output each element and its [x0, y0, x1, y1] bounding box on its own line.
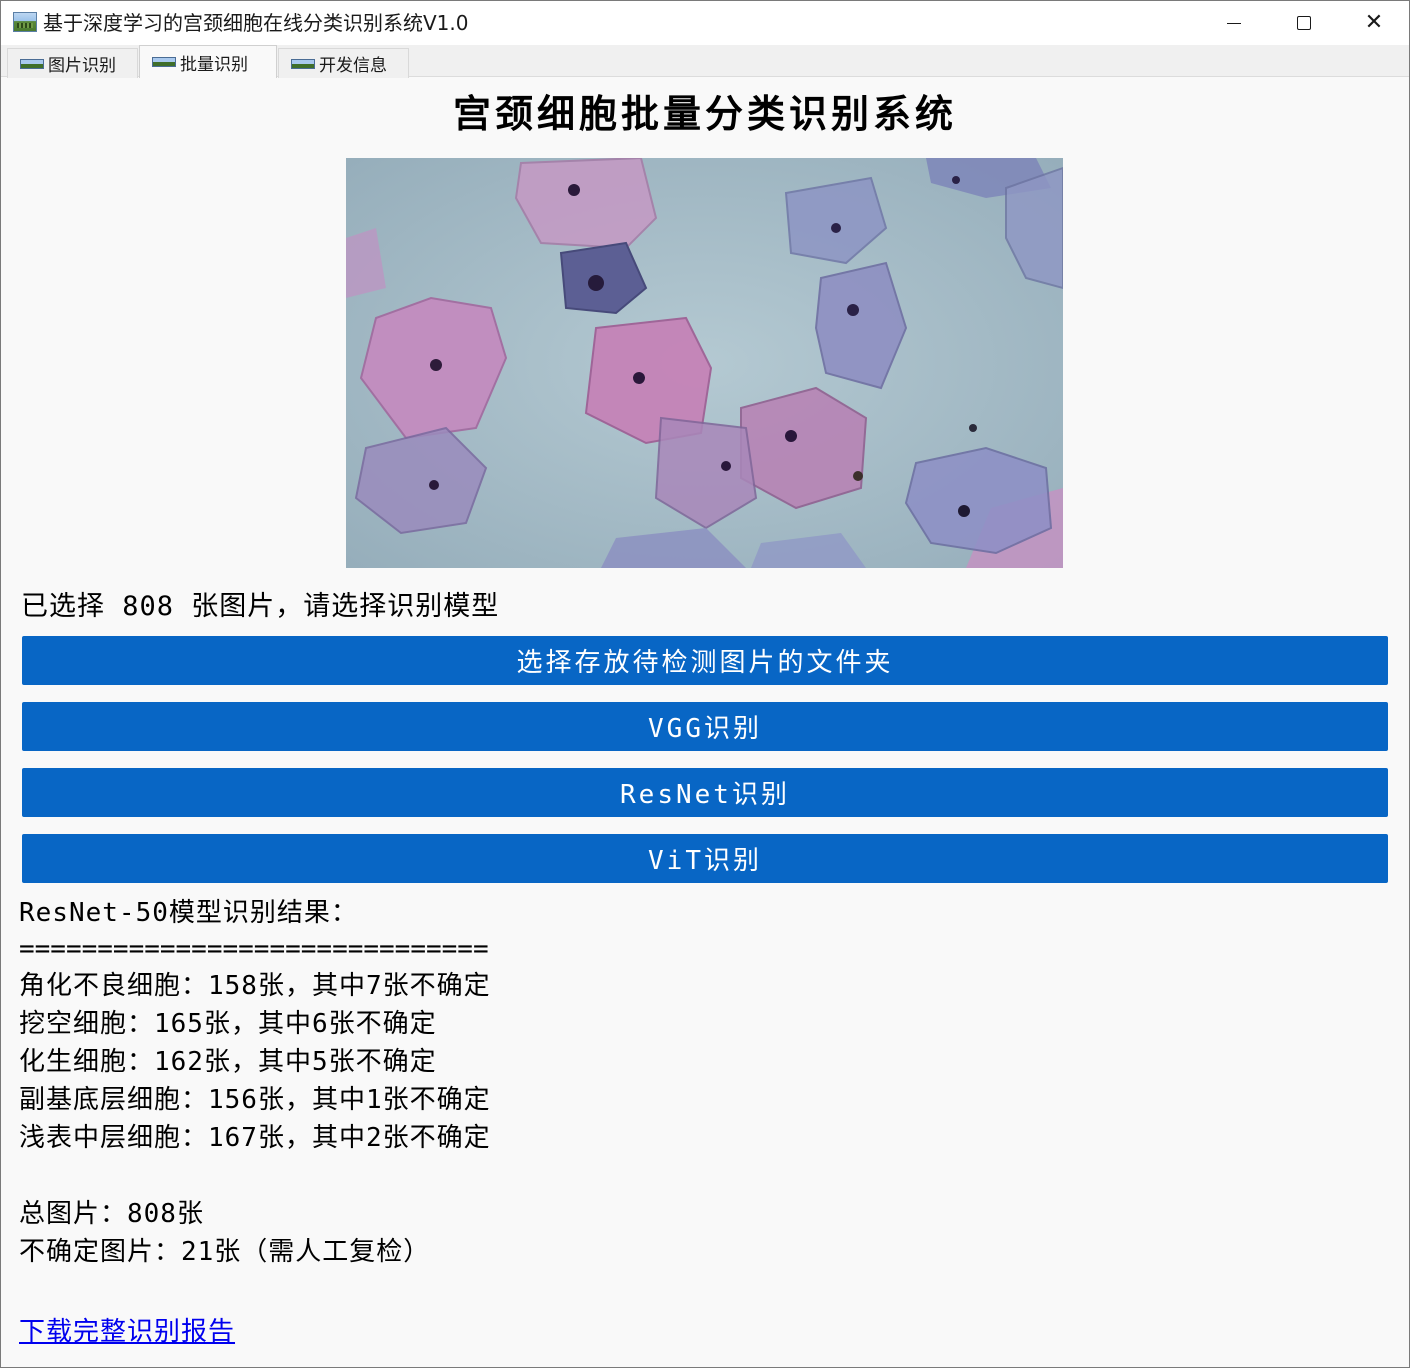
- picture-icon: [152, 57, 176, 67]
- maximize-button[interactable]: [1269, 1, 1339, 45]
- select-folder-button[interactable]: 选择存放待检测图片的文件夹: [22, 636, 1388, 685]
- window-title: 基于深度学习的宫颈细胞在线分类识别系统V1.0: [43, 11, 469, 35]
- download-report-link[interactable]: 下载完整识别报告: [19, 1313, 235, 1351]
- app-icon: [13, 12, 37, 32]
- tab-bar: 图片识别 批量识别 开发信息: [1, 45, 1409, 78]
- tab-label: 图片识别: [48, 56, 116, 76]
- cell-sample-image: [346, 158, 1063, 568]
- result-line: 浅表中层细胞：167张，其中2张不确定: [19, 1123, 491, 1153]
- app-window: 基于深度学习的宫颈细胞在线分类识别系统V1.0 ✕ 图片识别 批量识别 开发信息…: [0, 0, 1410, 1368]
- results-title: ResNet-50模型识别结果：: [19, 898, 358, 928]
- results-separator: ==============================: [19, 934, 489, 964]
- total-count: 总图片：808张: [19, 1199, 204, 1229]
- results-panel: ResNet-50模型识别结果： =======================…: [19, 895, 499, 1271]
- close-icon: ✕: [1364, 10, 1384, 35]
- maximize-icon: [1297, 16, 1311, 30]
- result-line: 角化不良细胞：158张，其中7张不确定: [19, 971, 491, 1001]
- resnet-recognize-button[interactable]: ResNet识别: [22, 768, 1388, 817]
- selection-status: 已选择 808 张图片，请选择识别模型: [21, 591, 500, 622]
- picture-icon: [20, 58, 44, 69]
- page-title: 宫颈细胞批量分类识别系统: [452, 91, 957, 136]
- close-button[interactable]: ✕: [1339, 1, 1409, 45]
- tab-image-recognition[interactable]: 图片识别: [7, 48, 138, 78]
- minimize-button[interactable]: [1199, 1, 1269, 45]
- uncertain-count: 不确定图片：21张（需人工复检）: [19, 1237, 431, 1267]
- minimize-icon: [1227, 22, 1241, 24]
- tab-batch-recognition[interactable]: 批量识别: [139, 45, 277, 78]
- tab-label: 开发信息: [319, 56, 387, 76]
- result-line: 副基底层细胞：156张，其中1张不确定: [19, 1085, 491, 1115]
- title-bar: 基于深度学习的宫颈细胞在线分类识别系统V1.0 ✕: [1, 1, 1409, 45]
- vgg-recognize-button[interactable]: VGG识别: [22, 702, 1388, 751]
- vit-recognize-button[interactable]: ViT识别: [22, 834, 1388, 883]
- result-line: 挖空细胞：165张，其中6张不确定: [19, 1009, 437, 1039]
- tab-developer-info[interactable]: 开发信息: [278, 48, 409, 78]
- result-line: 化生细胞：162张，其中5张不确定: [19, 1047, 437, 1077]
- picture-icon: [291, 58, 315, 69]
- tab-label: 批量识别: [180, 54, 248, 75]
